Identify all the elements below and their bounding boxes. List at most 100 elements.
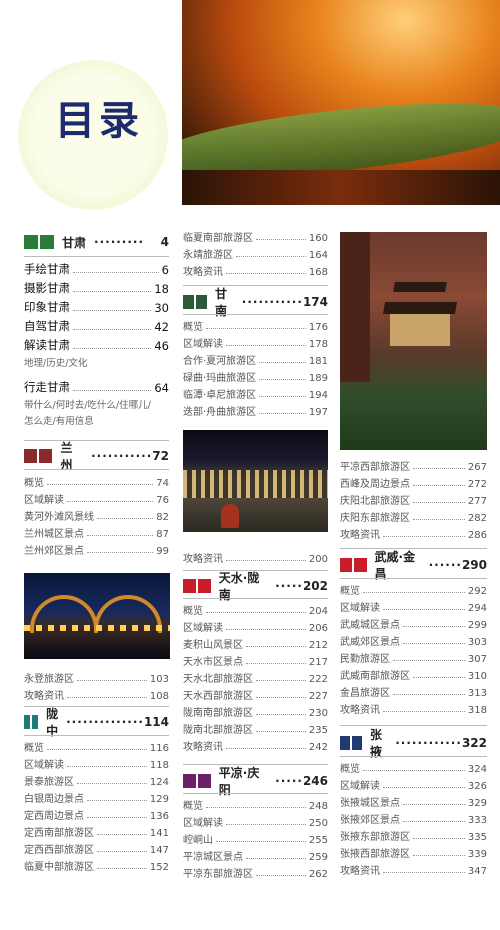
toc-entry[interactable]: 迭部·舟曲旅游区 197 xyxy=(183,401,328,418)
toc-entry[interactable]: 概览 248 xyxy=(183,795,328,812)
toc-entry[interactable]: 黄河外滩风景线 82 xyxy=(24,506,169,523)
dot-leader xyxy=(226,824,306,825)
toc-entry[interactable]: 攻略资讯 168 xyxy=(183,261,328,278)
toc-entry[interactable]: 区域解读 294 xyxy=(340,597,487,614)
toc-entry[interactable]: 区域解读 76 xyxy=(24,489,169,506)
entry-label: 陇南南部旅游区 xyxy=(183,708,253,719)
toc-entry[interactable]: 武威南部旅游区 310 xyxy=(340,665,487,682)
toc-entry[interactable]: 解读甘肃 46 xyxy=(24,336,169,353)
section-header-longzhong[interactable]: 陇中 ·············· 114 xyxy=(24,707,169,738)
toc-entry[interactable]: 永靖旅游区 164 xyxy=(183,244,328,261)
toc-entry[interactable]: 攻略资讯 242 xyxy=(183,736,328,753)
toc-entry[interactable]: 平凉东部旅游区 262 xyxy=(183,863,328,880)
dot-leader xyxy=(47,484,154,485)
toc-entry[interactable]: 概览 116 xyxy=(24,737,169,754)
toc-entry[interactable]: 麦积山风景区 212 xyxy=(183,634,328,651)
section-header-gannan[interactable]: 甘南 ··········· 174 xyxy=(183,287,328,318)
section-header-pingliang[interactable]: 平凉·庆阳 ····· 246 xyxy=(183,766,328,797)
toc-entry[interactable]: 攻略资讯 200 xyxy=(183,548,328,565)
section-marker-icon xyxy=(354,558,367,572)
section-header-gansu[interactable]: 甘肃 ········· 4 xyxy=(24,232,169,252)
entry-label: 解读甘肃 xyxy=(24,338,70,352)
toc-entry[interactable]: 区域解读 326 xyxy=(340,775,487,792)
toc-entry[interactable]: 兰州城区景点 87 xyxy=(24,523,169,540)
toc-entry[interactable]: 攻略资讯 347 xyxy=(340,860,487,877)
toc-entry[interactable]: 庆阳东部旅游区 282 xyxy=(340,507,487,524)
toc-entry[interactable]: 临潭·卓尼旅游区 194 xyxy=(183,384,328,401)
toc-entry[interactable]: 临夏中部旅游区 152 xyxy=(24,856,169,873)
section-divider xyxy=(183,793,328,794)
toc-entry[interactable]: 永登旅游区 103 xyxy=(24,668,169,685)
toc-entry[interactable]: 定西周边景点 136 xyxy=(24,805,169,822)
toc-entry[interactable]: 合作·夏河旅游区 181 xyxy=(183,350,328,367)
entry-page: 347 xyxy=(467,866,487,877)
entry-page: 313 xyxy=(467,688,487,699)
entry-page: 286 xyxy=(467,530,487,541)
section-header-lanzhou[interactable]: 兰州 ··········· 72 xyxy=(24,441,169,472)
dot-leader xyxy=(413,519,465,520)
toc-entry[interactable]: 白银周边景点 129 xyxy=(24,788,169,805)
toc-entry[interactable]: 攻略资讯 318 xyxy=(340,699,487,716)
toc-entry[interactable]: 张掖城区景点 329 xyxy=(340,792,487,809)
toc-entry[interactable]: 景泰旅游区 124 xyxy=(24,771,169,788)
section-marker-icon xyxy=(197,579,211,593)
toc-entry[interactable]: 武威城区景点 299 xyxy=(340,614,487,631)
toc-entry[interactable]: 临夏南部旅游区 160 xyxy=(183,227,328,244)
section-header-zhangye[interactable]: 张掖 ············ 322 xyxy=(340,728,487,759)
toc-entry[interactable]: 区域解读 206 xyxy=(183,617,328,634)
entry-label: 碌曲·玛曲旅游区 xyxy=(183,373,257,384)
dot-leader xyxy=(256,731,306,732)
toc-entry[interactable]: 概览 292 xyxy=(340,580,487,597)
toc-entry[interactable]: 张掖郊区景点 333 xyxy=(340,809,487,826)
toc-entry[interactable]: 摄影甘肃 18 xyxy=(24,279,169,296)
toc-entry[interactable]: 西峰及周边景点 272 xyxy=(340,473,487,490)
section-header-tianshui[interactable]: 天水·陇南 ····· 202 xyxy=(183,571,328,602)
toc-entry[interactable]: 庆阳北部旅游区 277 xyxy=(340,490,487,507)
toc-entry[interactable]: 概览 204 xyxy=(183,600,328,617)
toc-entry[interactable]: 概览 74 xyxy=(24,472,169,489)
toc-entry[interactable]: 区域解读 250 xyxy=(183,812,328,829)
toc-entry[interactable]: 武威郊区景点 303 xyxy=(340,631,487,648)
toc-entry[interactable]: 行走甘肃 64 xyxy=(24,378,169,395)
entry-label: 庆阳东部旅游区 xyxy=(340,513,410,524)
toc-entry[interactable]: 崆峒山 255 xyxy=(183,829,328,846)
dot-leader xyxy=(87,817,147,818)
section-divider xyxy=(24,256,169,257)
toc-entry[interactable]: 陇南南部旅游区 230 xyxy=(183,702,328,719)
dot-leader xyxy=(67,766,147,767)
toc-entry[interactable]: 天水市区景点 217 xyxy=(183,651,328,668)
toc-entry[interactable]: 天水北部旅游区 222 xyxy=(183,668,328,685)
toc-entry[interactable]: 定西西部旅游区 147 xyxy=(24,839,169,856)
entry-label: 攻略资讯 xyxy=(183,267,223,278)
toc-entry[interactable]: 天水西部旅游区 227 xyxy=(183,685,328,702)
toc-entry[interactable]: 印象甘肃 30 xyxy=(24,298,169,315)
toc-entry[interactable]: 概览 176 xyxy=(183,316,328,333)
toc-entry[interactable]: 自驾甘肃 42 xyxy=(24,317,169,334)
dot-leader xyxy=(87,535,154,536)
toc-entry[interactable]: 兰州郊区景点 99 xyxy=(24,540,169,557)
toc-entry[interactable]: 碌曲·玛曲旅游区 189 xyxy=(183,367,328,384)
toc-entry[interactable]: 平凉西部旅游区 267 xyxy=(340,456,487,473)
entry-label: 庆阳北部旅游区 xyxy=(340,496,410,507)
toc-entry[interactable]: 攻略资讯 108 xyxy=(24,685,169,702)
entry-page: 235 xyxy=(308,725,328,736)
toc-entry[interactable]: 攻略资讯 286 xyxy=(340,524,487,541)
toc-entry[interactable]: 区域解读 178 xyxy=(183,333,328,350)
toc-entry[interactable]: 概览 324 xyxy=(340,758,487,775)
dot-leader xyxy=(413,677,465,678)
section-header-wuwei[interactable]: 武威·金昌 ······ 290 xyxy=(340,550,487,581)
toc-entry[interactable]: 金昌旅游区 313 xyxy=(340,682,487,699)
page-title: 目录 xyxy=(55,97,143,144)
entry-page: 164 xyxy=(308,250,328,261)
toc-entry[interactable]: 张掖东部旅游区 335 xyxy=(340,826,487,843)
toc-entry[interactable]: 平凉城区景点 259 xyxy=(183,846,328,863)
toc-entry[interactable]: 定西南部旅游区 141 xyxy=(24,822,169,839)
entry-label: 概览 xyxy=(340,586,360,597)
toc-entry[interactable]: 区域解读 118 xyxy=(24,754,169,771)
toc-entry[interactable]: 民勤旅游区 307 xyxy=(340,648,487,665)
entry-label: 区域解读 xyxy=(183,623,223,634)
toc-entry[interactable]: 陇南北部旅游区 235 xyxy=(183,719,328,736)
toc-entry[interactable]: 手绘甘肃 6 xyxy=(24,260,169,277)
toc-entry[interactable]: 张掖西部旅游区 339 xyxy=(340,843,487,860)
dot-leader xyxy=(256,714,306,715)
